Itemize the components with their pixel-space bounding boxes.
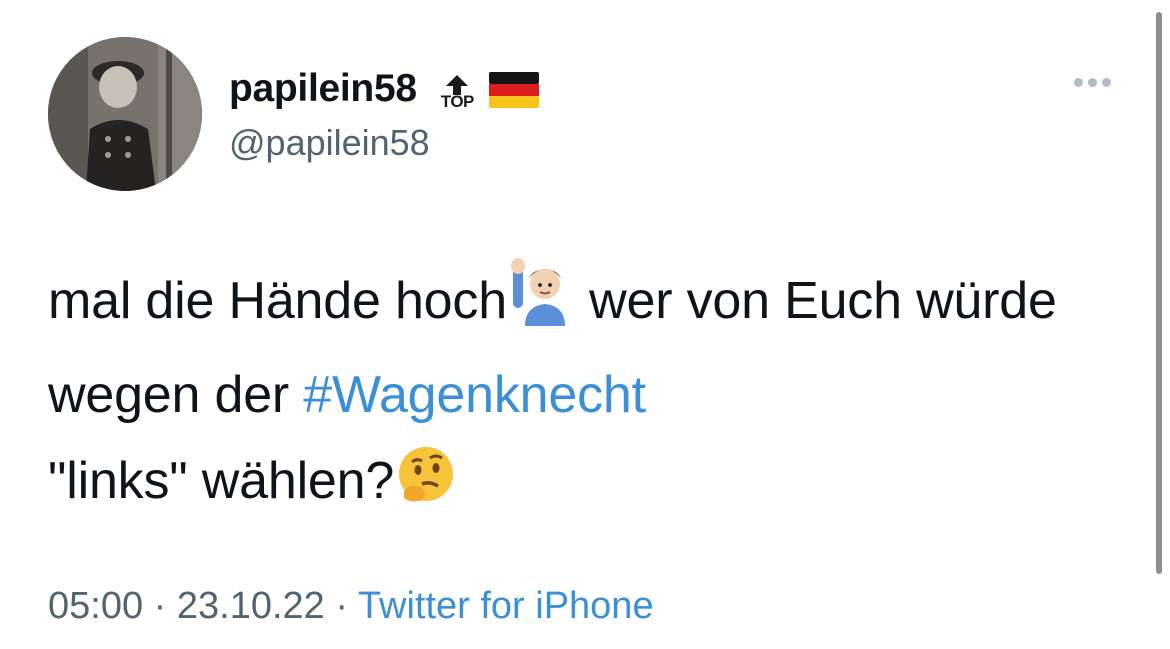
user-handle[interactable]: @papilein58 bbox=[229, 122, 539, 164]
display-name[interactable]: papilein58 bbox=[229, 67, 417, 111]
source-link[interactable]: Twitter for iPhone bbox=[358, 585, 654, 627]
top-badge-label: TOP bbox=[440, 92, 475, 111]
tweet-text-part3: "links" wählen? bbox=[48, 452, 395, 510]
tweet-text: mal die Hände hoch wer von Euch würde we… bbox=[48, 258, 1108, 532]
more-options-icon[interactable] bbox=[1074, 78, 1111, 87]
scrollbar[interactable] bbox=[1156, 12, 1162, 574]
meta-separator: · bbox=[143, 585, 177, 627]
tweet-meta: 05:00 · 23.10.22 · Twitter for iPhone bbox=[48, 585, 654, 628]
tweet-time[interactable]: 05:00 bbox=[48, 585, 143, 627]
man-raising-hand-icon bbox=[507, 258, 575, 352]
avatar[interactable] bbox=[48, 37, 202, 191]
name-row: papilein58 TOP bbox=[229, 58, 539, 120]
author-block: papilein58 TOP @papilein58 bbox=[229, 58, 539, 164]
tweet: papilein58 TOP @papilein58 mal die Hände… bbox=[0, 0, 1170, 649]
top-badge: TOP bbox=[440, 75, 475, 111]
hashtag-link[interactable]: #Wagenknecht bbox=[303, 366, 646, 424]
thinking-face-icon bbox=[394, 444, 456, 532]
germany-flag-icon bbox=[488, 72, 539, 108]
tweet-date[interactable]: 23.10.22 bbox=[177, 585, 325, 627]
meta-separator: · bbox=[324, 585, 358, 627]
tweet-text-part1: mal die Hände hoch bbox=[48, 272, 507, 330]
